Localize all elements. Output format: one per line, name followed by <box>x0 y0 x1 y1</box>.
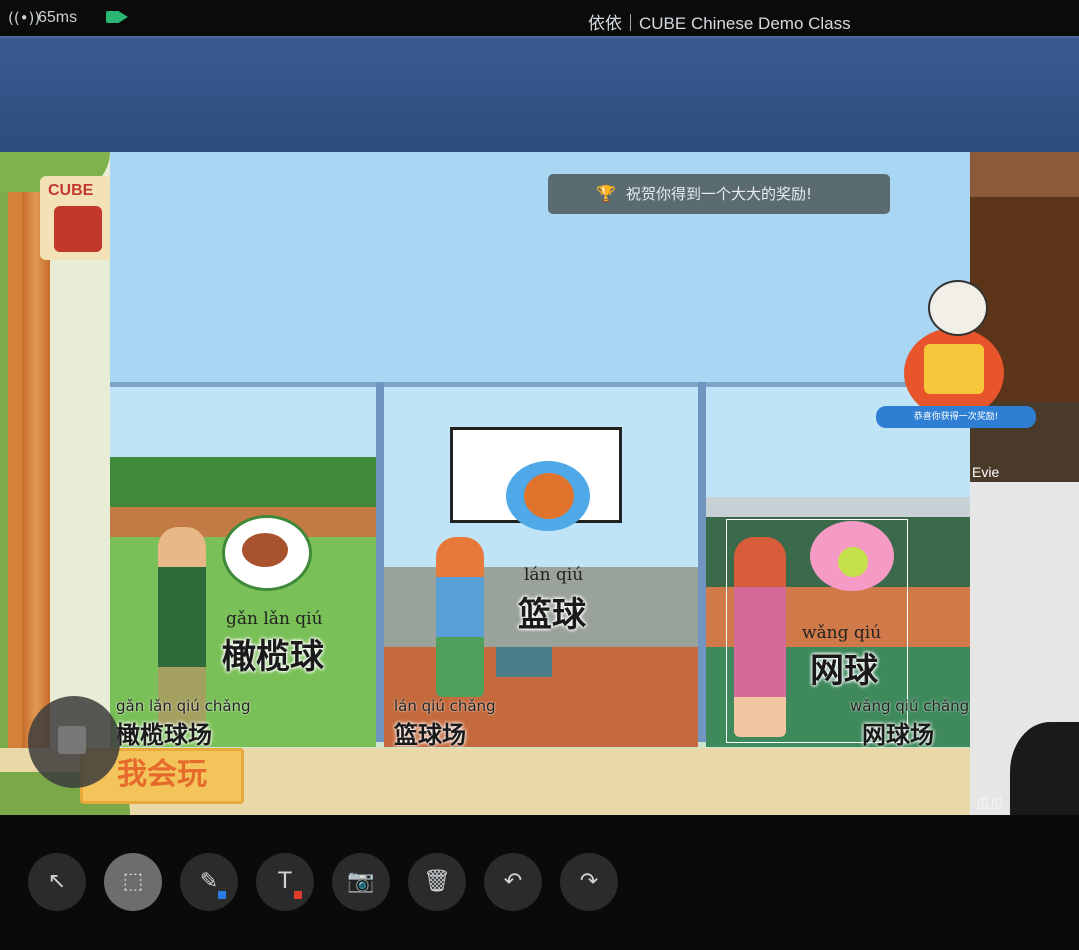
boy-figure <box>436 537 484 697</box>
pen-tool-button[interactable]: ✎ <box>180 853 238 911</box>
reward-notification: 🏆 祝贺你得到一个大大的奖励! <box>548 174 890 214</box>
reward-badge: 恭喜你获得一次奖励! <box>864 260 1044 440</box>
window-title: 依依｜CUBE Chinese Demo Class <box>588 14 851 33</box>
tennis-hanzi: 网球 <box>810 651 878 691</box>
trophy-icon: 🏆 <box>596 184 616 203</box>
logo-text: CUBE <box>48 182 94 199</box>
trophy-cup-icon <box>924 344 984 394</box>
latency-label: 65ms <box>38 9 78 26</box>
pointer-icon: ↖ <box>47 869 67 894</box>
redo-icon: ↷ <box>579 869 599 894</box>
pointer-tool-button[interactable]: ↖ <box>28 853 86 911</box>
window-icon <box>58 726 86 754</box>
undo-button[interactable]: ↶ <box>484 853 542 911</box>
panel-divider <box>698 382 706 742</box>
screenshot-button[interactable]: 📷 <box>332 853 390 911</box>
girl-figure <box>734 537 786 737</box>
tennis-field-pinyin: wǎng qiú chǎng <box>850 697 970 715</box>
floating-window-button[interactable] <box>28 696 120 788</box>
basketball-field-hanzi: 篮球场 <box>394 721 466 747</box>
pen-color-dot <box>218 891 226 899</box>
football-icon <box>242 533 288 567</box>
student-silhouette <box>1010 722 1079 822</box>
badge-ribbon: 恭喜你获得一次奖励! <box>876 406 1036 428</box>
cow-mascot-icon <box>928 280 988 336</box>
panel-divider <box>376 382 384 742</box>
pen-icon: ✎ <box>199 869 219 894</box>
top-banner <box>0 36 1079 156</box>
participant-name: 瓜瓜 <box>976 796 1004 812</box>
tennis-field-hanzi: 网球场 <box>862 721 934 747</box>
hoop-stand <box>496 647 552 677</box>
football-field-hanzi: 橄榄球场 <box>116 721 212 747</box>
participant-name: Evie <box>972 464 1000 480</box>
basketball-pinyin: lán qiú <box>524 565 584 585</box>
text-tool-button[interactable]: T <box>256 853 314 911</box>
whiteboard-toolbar: ↖ ⬚ ✎ T 📷 🗑 ↶ ↷ <box>0 815 1079 950</box>
undo-icon: ↶ <box>503 869 523 894</box>
football-hanzi: 橄榄球 <box>222 637 324 677</box>
cube-logo: CUBE <box>40 176 112 260</box>
text-icon: T <box>278 869 292 894</box>
reward-notification-text: 祝贺你得到一个大大的奖励! <box>626 185 813 203</box>
redo-button[interactable]: ↷ <box>560 853 618 911</box>
status-bar: ((•)) 65ms 依依｜CUBE Chinese Demo Class <box>0 0 1079 36</box>
delete-button[interactable]: 🗑 <box>408 853 466 911</box>
basketball-field-pinyin: lán qiú chǎng <box>394 697 496 715</box>
trash-icon: 🗑 <box>423 869 451 894</box>
football-pinyin: gǎn lǎn qiú <box>226 609 323 629</box>
video-tile-guagua[interactable]: 瓜瓜 <box>970 482 1079 822</box>
logo-box <box>54 206 102 252</box>
select-tool-button[interactable]: ⬚ <box>104 853 162 911</box>
tennis-pinyin: wǎng qiú <box>802 623 882 643</box>
basketball-hanzi: 篮球 <box>518 595 586 635</box>
panel-football: gǎn lǎn qiú 橄榄球 gǎn lǎn qiú chǎng 橄榄球场 <box>110 382 376 747</box>
camera-icon[interactable] <box>106 11 128 23</box>
text-color-dot <box>294 891 302 899</box>
select-icon: ⬚ <box>122 869 144 894</box>
signal-icon: ((•)) <box>8 9 41 27</box>
panel-basketball: lán qiú 篮球 lán qiú chǎng 篮球场 <box>384 382 698 747</box>
camera-icon: 📷 <box>347 869 375 894</box>
football-field-pinyin: gǎn lǎn qiú chǎng <box>116 697 251 715</box>
tennis-ball-icon <box>838 547 868 577</box>
basketball-icon <box>524 473 574 519</box>
